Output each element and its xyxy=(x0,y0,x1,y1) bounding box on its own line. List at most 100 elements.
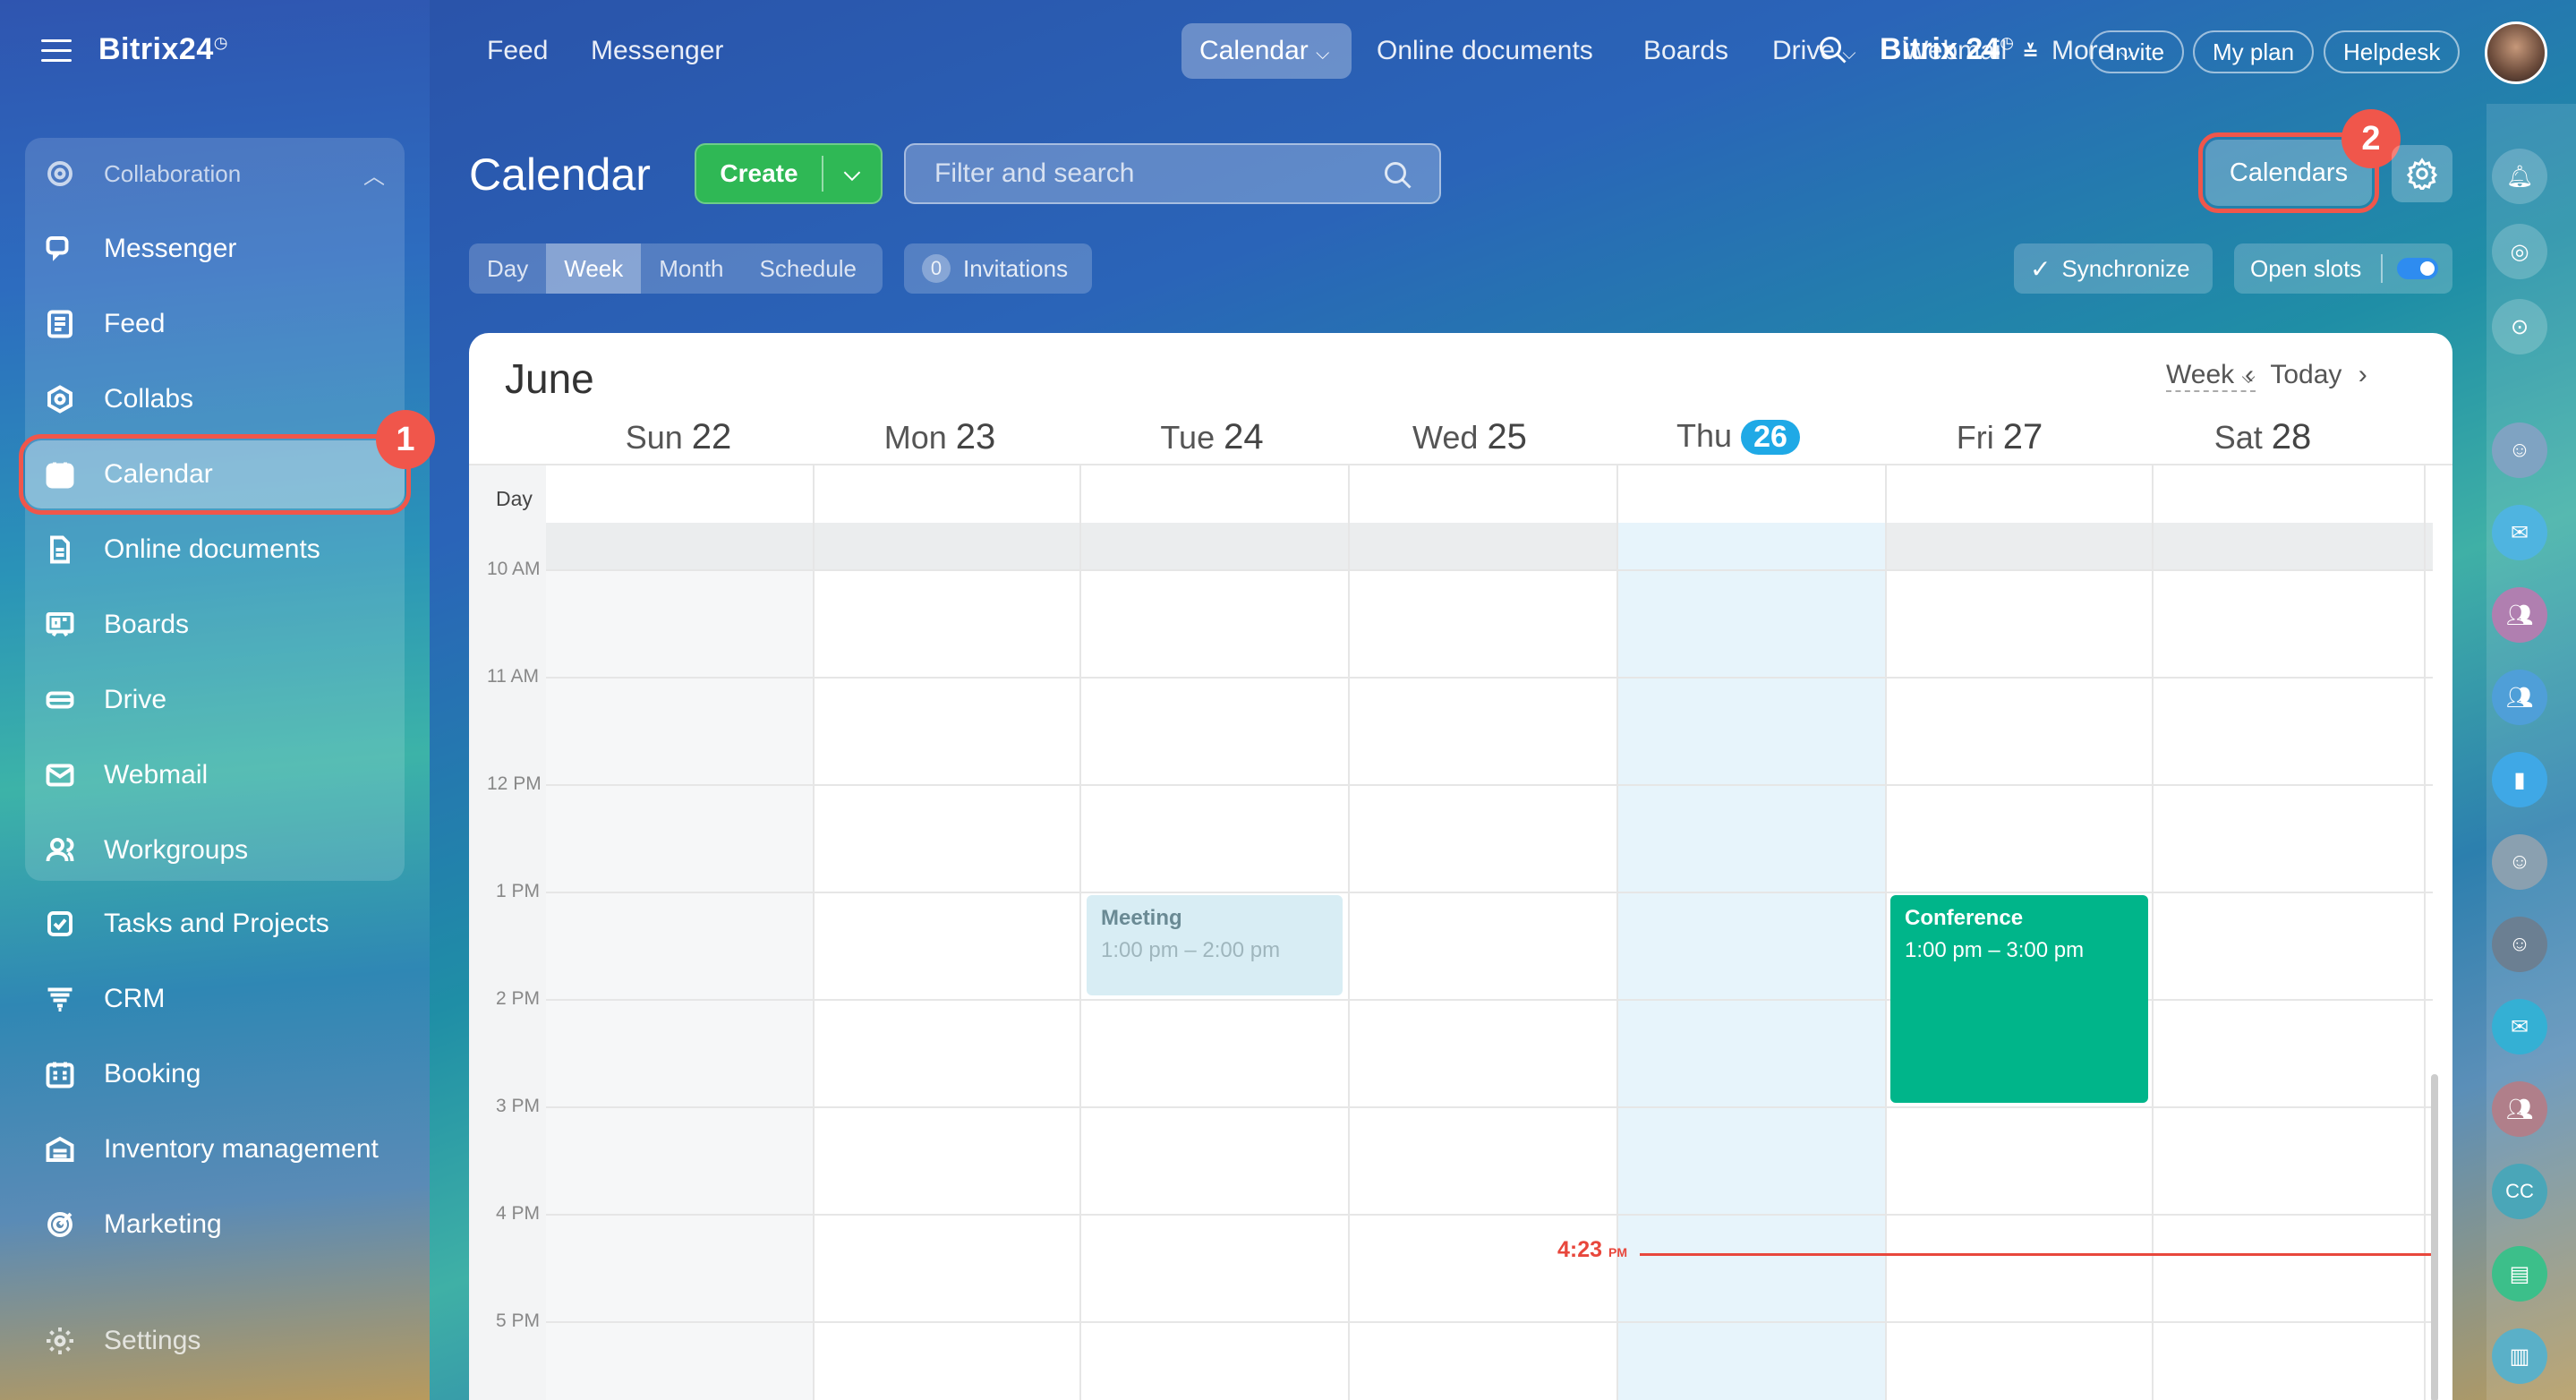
grid-line xyxy=(546,999,2433,1001)
sidebar-item-boards[interactable]: Boards xyxy=(25,591,405,659)
drive-icon xyxy=(41,681,79,719)
sidebar-item-tasks[interactable]: Tasks and Projects xyxy=(25,890,405,958)
top-nav-messenger[interactable]: Messenger xyxy=(591,36,723,66)
event-conference[interactable]: Conference 1:00 pm – 3:00 pm xyxy=(1890,895,2148,1103)
day-header[interactable]: Sat 28 xyxy=(2128,417,2397,457)
top-nav-online-documents[interactable]: Online documents xyxy=(1377,36,1593,66)
top-nav-boards[interactable]: Boards xyxy=(1643,36,1728,66)
bell-icon[interactable]: 🔔︎ xyxy=(2492,149,2547,204)
calendar-icon xyxy=(41,456,79,493)
event-meeting[interactable]: Meeting 1:00 pm – 2:00 pm xyxy=(1087,895,1343,995)
all-day-label: Day xyxy=(496,487,533,510)
tab-schedule[interactable]: Schedule xyxy=(742,243,874,294)
chevron-up-icon[interactable]: ︿ xyxy=(363,158,385,190)
top-nav-calendar[interactable]: Calendar ⌵ xyxy=(1199,36,1329,66)
sidebar-item-crm[interactable]: CRM xyxy=(25,965,405,1033)
document-icon[interactable]: ▤ xyxy=(2492,1246,2547,1302)
sidebar-item-marketing[interactable]: Marketing xyxy=(25,1191,405,1259)
create-button[interactable]: Create ⌵ xyxy=(695,143,883,204)
search-icon[interactable] xyxy=(1817,34,1849,71)
group-chat-icon[interactable]: 👥︎ xyxy=(2492,1081,2547,1137)
grid-line xyxy=(546,1321,2433,1323)
day-header[interactable]: Tue 24 xyxy=(1078,417,1346,457)
sidebar-item-online-documents[interactable]: Online documents xyxy=(25,516,405,584)
marketing-icon xyxy=(41,1206,79,1243)
settings-icon xyxy=(41,1322,79,1360)
helpdesk-button[interactable]: Helpdesk xyxy=(2324,30,2461,73)
day-header[interactable]: Fri 27 xyxy=(1865,417,2134,457)
sidebar-item-calendar[interactable]: Calendar xyxy=(19,434,411,515)
avatar[interactable]: ☺ xyxy=(2492,917,2547,972)
calendar-card: June Week ⌵ ‹ Today › Sun 22 Mon 23 Tue … xyxy=(469,333,2452,1400)
sidebar-item-workgroups[interactable]: Workgroups xyxy=(25,816,405,884)
synchronize-button[interactable]: ✓ Synchronize xyxy=(2014,243,2213,294)
user-avatar[interactable] xyxy=(2485,21,2547,84)
invitations-button[interactable]: 0 Invitations xyxy=(904,243,1092,294)
current-time-label: 4:23 PM xyxy=(1557,1237,1627,1262)
search-input[interactable]: Filter and search xyxy=(904,143,1441,204)
current-time-line xyxy=(1640,1253,2431,1256)
tasks-icon xyxy=(41,905,79,943)
avatar[interactable]: ☺ xyxy=(2492,423,2547,478)
scrollbar[interactable] xyxy=(2431,1074,2438,1400)
day-header-today[interactable]: Thu 26 xyxy=(1604,417,1872,455)
top-nav-feed[interactable]: Feed xyxy=(487,36,548,66)
initials-avatar[interactable]: CC xyxy=(2492,1164,2547,1219)
check-icon: ✓ xyxy=(2030,254,2051,283)
sidebar-item-inventory[interactable]: Inventory management xyxy=(25,1115,405,1183)
brand-logo[interactable]: Bitrix24◷ xyxy=(98,32,228,67)
chat-icon[interactable]: ✉ xyxy=(2492,999,2547,1054)
invite-button[interactable]: Invite xyxy=(2089,30,2185,73)
open-slots-toggle[interactable] xyxy=(2397,258,2438,279)
sidebar-item-booking[interactable]: Booking xyxy=(25,1040,405,1108)
sidebar-item-feed[interactable]: Feed xyxy=(25,290,405,358)
booking-icon xyxy=(41,1055,79,1093)
my-plan-button[interactable]: My plan xyxy=(2193,30,2315,73)
chat-search-icon[interactable]: ⊙ xyxy=(2492,299,2547,354)
search-icon[interactable] xyxy=(1382,159,1414,192)
time-column xyxy=(469,465,546,1400)
hour-label: 12 PM xyxy=(487,773,542,794)
sidebar: Bitrix24◷ Collaboration ︿ Messenger Feed… xyxy=(0,0,435,1400)
boards-icon xyxy=(41,606,79,644)
mail-icon[interactable]: ✉ xyxy=(2492,505,2547,560)
chat-icon xyxy=(41,230,79,268)
all-day-row[interactable] xyxy=(546,523,2433,569)
sidebar-item-collabs[interactable]: Collabs xyxy=(25,365,405,433)
week-grid[interactable]: Day 10 AM 11 AM 12 PM 1 PM 2 PM 3 PM 4 P… xyxy=(469,464,2452,1400)
grid-line xyxy=(546,1106,2433,1108)
invitations-count: 0 xyxy=(922,254,951,283)
page-title: Calendar xyxy=(469,149,651,200)
tab-week[interactable]: Week xyxy=(546,243,642,294)
sidebar-item-webmail[interactable]: Webmail xyxy=(25,741,405,809)
chevron-left-icon[interactable]: ‹ xyxy=(2245,360,2254,389)
open-slots-button[interactable]: Open slots xyxy=(2234,243,2452,294)
hour-label: 2 PM xyxy=(496,988,541,1009)
menu-icon[interactable] xyxy=(41,39,72,63)
group-chat-icon[interactable]: 👥︎ xyxy=(2492,587,2547,643)
gear-icon[interactable] xyxy=(2392,145,2452,202)
grid-line xyxy=(1079,465,1081,1400)
chevron-right-icon[interactable]: › xyxy=(2358,360,2367,389)
sidebar-item-settings[interactable]: Settings xyxy=(25,1307,405,1375)
sidebar-item-messenger[interactable]: Messenger xyxy=(25,215,405,283)
chevron-down-icon[interactable]: ⌵ xyxy=(823,161,881,186)
day-header[interactable]: Wed 25 xyxy=(1335,417,1604,457)
today-button[interactable]: Today xyxy=(2270,360,2341,389)
grid-line xyxy=(546,677,2433,679)
chart-icon[interactable]: ▥ xyxy=(2492,1328,2547,1384)
group-chat-icon[interactable]: 👥︎ xyxy=(2492,670,2547,725)
feed-icon xyxy=(41,305,79,343)
avatar[interactable]: ☺ xyxy=(2492,834,2547,890)
brand-right[interactable]: Bitrix 24◷ ≚ xyxy=(1880,32,2039,67)
sidebar-item-drive[interactable]: Drive xyxy=(25,666,405,734)
grid-line xyxy=(546,784,2433,786)
day-header[interactable]: Sun 22 xyxy=(544,417,813,457)
tab-day[interactable]: Day xyxy=(469,243,546,294)
day-header[interactable]: Mon 23 xyxy=(806,417,1074,457)
collaboration-header[interactable]: Collaboration ︿ xyxy=(25,140,405,208)
bookmark-icon[interactable]: ▮ xyxy=(2492,752,2547,807)
week-dropdown[interactable]: Week ⌵ xyxy=(2166,360,2256,392)
activity-icon[interactable]: ◎ xyxy=(2492,224,2547,279)
tab-month[interactable]: Month xyxy=(641,243,741,294)
